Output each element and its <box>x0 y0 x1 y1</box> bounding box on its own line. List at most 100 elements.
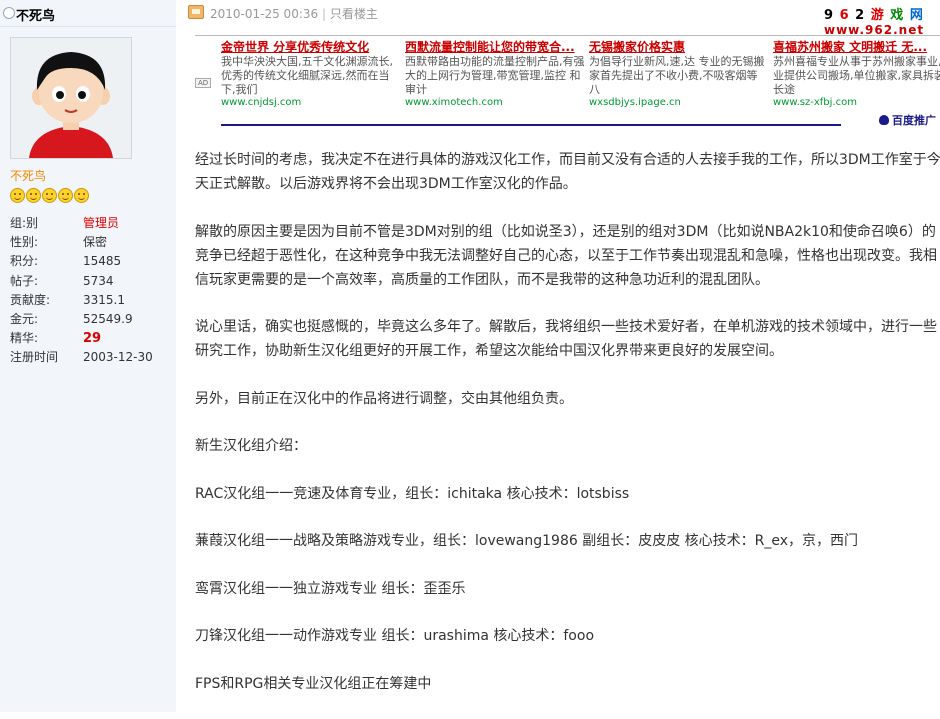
meta-separator: | <box>321 7 327 21</box>
info-key: 积分: <box>10 254 39 269</box>
ad-item[interactable]: 西默流量控制能让您的带宽合... 西默带路由功能的流量控制产品,有强大的上网行为… <box>405 38 587 108</box>
baidu-paw-icon <box>879 115 889 125</box>
user-rank-stars <box>10 188 89 203</box>
info-key: 性别: <box>10 235 39 250</box>
logo-char: 6 <box>839 8 850 23</box>
content-paragraph: 经过长时间的考虑，我决定不在进行具体的游戏汉化工作，而目前又没有合适的人去接手我… <box>195 148 940 196</box>
ad-title-link[interactable]: 西默流量控制能让您的带宽合... <box>405 38 587 55</box>
content-line: 蒹葭汉化组一一战略及策略游戏专业，组长：lovewang1986 副组长：皮皮皮… <box>195 533 859 549</box>
content-line: 竞争已经超于恶性化，在这种竞争中我无法调整好自己的心态，以至于工作节奏出现混乱和… <box>195 247 937 264</box>
content-paragraph: 鸾霄汉化组一一独立游戏专业 组长：歪歪乐 <box>195 577 940 601</box>
author-only-link[interactable]: 只看楼主 <box>330 7 378 21</box>
info-value: 管理员 <box>83 216 120 230</box>
avatar[interactable] <box>10 37 132 159</box>
baidu-promo-label: 百度推广 <box>892 114 936 127</box>
content-line: 说心里话，确实也挺感慨的，毕竟这么多年了。解散后，我将组织一些技术爱好者，在单机… <box>195 319 937 335</box>
post-content: 经过长时间的考虑，我决定不在进行具体的游戏汉化工作，而目前又没有合适的人去接手我… <box>195 148 940 719</box>
info-value: 15485 <box>83 254 122 269</box>
content-paragraph: 新生汉化组介绍： <box>195 434 940 458</box>
ad-item[interactable]: 喜福苏州搬家 文明搬迁 无... 苏州喜福专业从事于苏州搬家事业,专业提供公司搬… <box>773 38 940 108</box>
post-icon <box>188 5 204 19</box>
ad-url[interactable]: www.cnjdsj.com <box>221 97 403 108</box>
smiley-star-icon <box>10 188 25 203</box>
baidu-promo-link[interactable]: 百度推广 <box>879 112 936 128</box>
info-row-register-date: 注册时间 2003-12-30 <box>10 348 176 367</box>
ad-badge: AD <box>195 78 212 88</box>
content-line: FPS和RPG相关专业汉化组正在筹建中 <box>195 675 432 692</box>
info-value: 2003-12-30 <box>83 350 153 365</box>
content-line: 信玩家更需要的是一个高效率，高质量的工作团队，而不是我带的这种急功近利的混乱团队… <box>195 271 769 288</box>
ad-description: 西默带路由功能的流量控制产品,有强大的上网行为管理,带宽管理,监控 和审计 <box>405 55 585 96</box>
logo-line1: 9 6 2 游 戏 网 <box>824 4 930 23</box>
post-meta: 2010-01-25 00:36 | 只看楼主 <box>210 5 378 22</box>
user-info-list: 组:别 管理员 性别: 保密 积分: 15485 帖子: 5734 贡献度: 3… <box>10 214 176 368</box>
smiley-star-icon <box>74 188 89 203</box>
ad-divider <box>221 124 841 126</box>
logo-char: 游 <box>870 8 885 23</box>
ad-url[interactable]: www.sz-xfbj.com <box>773 97 940 108</box>
ad-banner: AD 金帝世界 分享优秀传统文化 我中华泱泱大国,五千文化渊源流长,优秀的传统文… <box>195 35 940 129</box>
info-key: 贡献度: <box>10 292 51 307</box>
content-line: 经过长时间的考虑，我决定不在进行具体的游戏汉化工作，而目前又没有合适的人去接手我… <box>195 152 940 168</box>
smiley-star-icon <box>26 188 41 203</box>
ad-url[interactable]: www.ximotech.com <box>405 97 587 108</box>
info-row-digest: 精华: 29 <box>10 329 176 348</box>
content-line: 鸾霄汉化组一一独立游戏专业 组长：歪歪乐 <box>195 580 466 597</box>
content-line: 研究工作，协助新生汉化组更好的开展工作，希望这次能给中国汉化界带来更良好的发展空… <box>195 343 783 359</box>
info-row-gender: 性别: 保密 <box>10 233 176 252</box>
offline-status-icon <box>3 7 15 19</box>
info-row-points: 积分: 15485 <box>10 252 176 271</box>
content-paragraph: 另外，目前正在汉化中的作品将进行调整，交由其他组负责。 <box>195 387 940 411</box>
logo-char: 网 <box>909 8 924 23</box>
content-paragraph: 说心里话，确实也挺感慨的，毕竟这么多年了。解散后，我将组织一些技术爱好者，在单机… <box>195 315 940 363</box>
smiley-star-icon <box>42 188 57 203</box>
info-value: 52549.9 <box>83 311 133 326</box>
info-row-group: 组:别 管理员 <box>10 214 176 233</box>
user-profile-panel: 不死鸟 不死鸟 组:别 管理员 性别: 保密 积分: 15485 帖子: 573… <box>0 0 176 712</box>
content-paragraph: 刀锋汉化组一一动作游戏专业 组长：urashima 核心技术：fooo <box>195 624 940 648</box>
content-line: 新生汉化组介绍： <box>195 438 307 454</box>
info-row-gold: 金元: 52549.9 <box>10 310 176 329</box>
info-row-posts: 帖子: 5734 <box>10 272 176 291</box>
logo-char: 戏 <box>890 8 905 23</box>
post-datetime: 2010-01-25 00:36 <box>210 7 319 21</box>
content-line: 天正式解散。以后游戏界将不会出现3DM工作室汉化的作品。 <box>195 176 577 192</box>
info-row-contribution: 贡献度: 3315.1 <box>10 291 176 310</box>
logo-char: 2 <box>855 8 866 23</box>
username-bar: 不死鸟 <box>0 0 176 27</box>
info-value: 3315.1 <box>83 292 125 307</box>
info-value: 29 <box>83 331 102 347</box>
info-value: 保密 <box>83 235 108 250</box>
ad-description: 为倡导行业新风,速,达 专业的无锡搬家首先提出了不收小费,不吸客烟等 八 <box>589 55 765 96</box>
info-key: 组:别 <box>10 216 39 230</box>
content-line: RAC汉化组一一竞速及体育专业，组长：ichitaka 核心技术：lotsbis… <box>195 485 630 502</box>
ad-description: 苏州喜福专业从事于苏州搬家事业,专业提供公司搬场,单位搬家,家具拆装,长途 <box>773 55 940 96</box>
info-key: 注册时间 <box>10 350 59 365</box>
content-line: 解散的原因主要是因为目前不管是3DM对别的组（比如说圣3），还是别的组对3DM（… <box>195 223 936 240</box>
user-rank-title: 不死鸟 <box>10 169 47 183</box>
ad-description: 我中华泱泱大国,五千文化渊源流长,优秀的传统文化细腻深远,然而在当下,我们 <box>221 55 393 96</box>
info-value: 5734 <box>83 273 114 288</box>
ad-blocks: 金帝世界 分享优秀传统文化 我中华泱泱大国,五千文化渊源流长,优秀的传统文化细腻… <box>221 38 940 108</box>
post-header: 2010-01-25 00:36 | 只看楼主 9 6 2 游 戏 网 www.… <box>176 0 940 37</box>
username-link[interactable]: 不死鸟 <box>16 5 55 24</box>
content-paragraph: RAC汉化组一一竞速及体育专业，组长：ichitaka 核心技术：lotsbis… <box>195 482 940 506</box>
logo-char: 9 <box>824 8 835 23</box>
cartoon-boy-avatar-icon <box>11 38 131 158</box>
ad-title-link[interactable]: 无锡搬家价格实惠 <box>589 38 771 55</box>
ad-title-link[interactable]: 金帝世界 分享优秀传统文化 <box>221 38 403 55</box>
info-key: 金元: <box>10 311 39 326</box>
content-line: 另外，目前正在汉化中的作品将进行调整，交由其他组负责。 <box>195 390 573 407</box>
smiley-star-icon <box>58 188 73 203</box>
site-logo-watermark: 9 6 2 游 戏 网 www.962.net <box>824 4 930 37</box>
ad-title-link[interactable]: 喜福苏州搬家 文明搬迁 无... <box>773 38 940 55</box>
content-line: 刀锋汉化组一一动作游戏专业 组长：urashima 核心技术：fooo <box>195 628 595 644</box>
content-paragraph: 蒹葭汉化组一一战略及策略游戏专业，组长：lovewang1986 副组长：皮皮皮… <box>195 529 940 553</box>
ad-item[interactable]: 金帝世界 分享优秀传统文化 我中华泱泱大国,五千文化渊源流长,优秀的传统文化细腻… <box>221 38 403 108</box>
content-paragraph: 解散的原因主要是因为目前不管是3DM对别的组（比如说圣3），还是别的组对3DM（… <box>195 220 940 292</box>
info-key: 精华: <box>10 331 39 346</box>
info-key: 帖子: <box>10 273 39 288</box>
ad-item[interactable]: 无锡搬家价格实惠 为倡导行业新风,速,达 专业的无锡搬家首先提出了不收小费,不吸… <box>589 38 771 108</box>
content-paragraph: FPS和RPG相关专业汉化组正在筹建中 <box>195 672 940 696</box>
ad-url[interactable]: wxsdbjys.ipage.cn <box>589 97 771 108</box>
